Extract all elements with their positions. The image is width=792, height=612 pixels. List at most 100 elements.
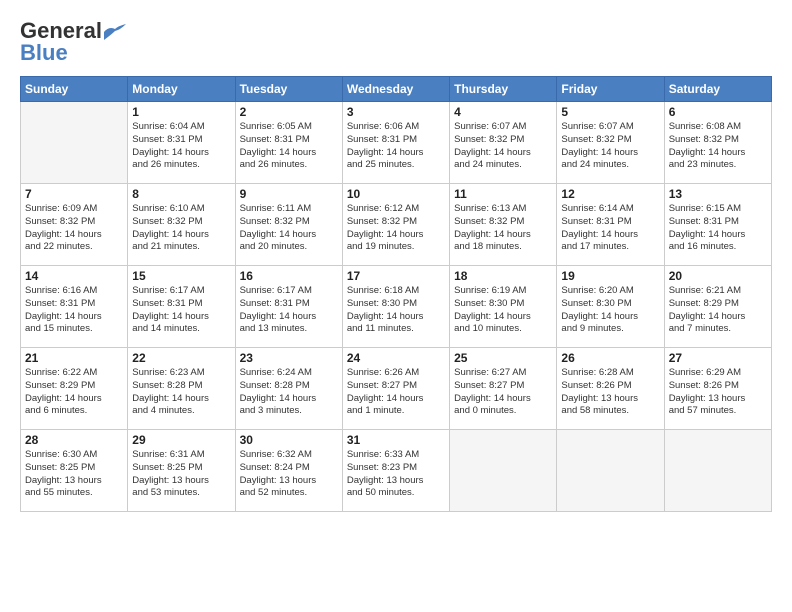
logo-blue-text: Blue	[20, 40, 68, 66]
day-number: 9	[240, 187, 338, 201]
week-row-3: 21Sunrise: 6:22 AM Sunset: 8:29 PM Dayli…	[21, 348, 772, 430]
day-info: Sunrise: 6:18 AM Sunset: 8:30 PM Dayligh…	[347, 285, 445, 336]
day-number: 19	[561, 269, 659, 283]
calendar-cell: 11 Sunrise: 6:13 AM Sunset: 8:32 PM Dayli…	[450, 184, 557, 266]
day-info: Sunrise: 6:19 AM Sunset: 8:30 PM Dayligh…	[454, 285, 552, 336]
calendar-cell: 31 Sunrise: 6:33 AM Sunset: 8:23 PM Dayli…	[342, 430, 449, 512]
day-info: Sunrise: 6:21 AM Sunset: 8:29 PM Dayligh…	[669, 285, 767, 336]
day-number: 23	[240, 351, 338, 365]
calendar-cell	[557, 430, 664, 512]
logo: General Blue	[20, 18, 126, 66]
day-info: Sunrise: 6:33 AM Sunset: 8:23 PM Dayligh…	[347, 449, 445, 500]
day-number: 27	[669, 351, 767, 365]
day-info: Sunrise: 6:08 AM Sunset: 8:32 PM Dayligh…	[669, 121, 767, 172]
day-info: Sunrise: 6:23 AM Sunset: 8:28 PM Dayligh…	[132, 367, 230, 418]
calendar-cell	[450, 430, 557, 512]
weekday-header-thursday: Thursday	[450, 77, 557, 102]
day-info: Sunrise: 6:10 AM Sunset: 8:32 PM Dayligh…	[132, 203, 230, 254]
calendar-cell: 20 Sunrise: 6:21 AM Sunset: 8:29 PM Dayli…	[664, 266, 771, 348]
calendar-cell: 19 Sunrise: 6:20 AM Sunset: 8:30 PM Dayli…	[557, 266, 664, 348]
day-info: Sunrise: 6:07 AM Sunset: 8:32 PM Dayligh…	[454, 121, 552, 172]
day-number: 11	[454, 187, 552, 201]
day-info: Sunrise: 6:31 AM Sunset: 8:25 PM Dayligh…	[132, 449, 230, 500]
day-info: Sunrise: 6:06 AM Sunset: 8:31 PM Dayligh…	[347, 121, 445, 172]
day-info: Sunrise: 6:11 AM Sunset: 8:32 PM Dayligh…	[240, 203, 338, 254]
week-row-0: 1Sunrise: 6:04 AM Sunset: 8:31 PM Daylig…	[21, 102, 772, 184]
day-info: Sunrise: 6:26 AM Sunset: 8:27 PM Dayligh…	[347, 367, 445, 418]
day-number: 15	[132, 269, 230, 283]
day-number: 24	[347, 351, 445, 365]
calendar-cell: 24 Sunrise: 6:26 AM Sunset: 8:27 PM Dayli…	[342, 348, 449, 430]
day-info: Sunrise: 6:22 AM Sunset: 8:29 PM Dayligh…	[25, 367, 123, 418]
page: General Blue SundayMondayTuesdayWednesda…	[0, 0, 792, 522]
calendar-cell: 14 Sunrise: 6:16 AM Sunset: 8:31 PM Dayli…	[21, 266, 128, 348]
calendar-cell	[664, 430, 771, 512]
day-number: 7	[25, 187, 123, 201]
day-number: 3	[347, 105, 445, 119]
day-info: Sunrise: 6:20 AM Sunset: 8:30 PM Dayligh…	[561, 285, 659, 336]
day-number: 5	[561, 105, 659, 119]
calendar-cell: 29 Sunrise: 6:31 AM Sunset: 8:25 PM Dayli…	[128, 430, 235, 512]
day-info: Sunrise: 6:12 AM Sunset: 8:32 PM Dayligh…	[347, 203, 445, 254]
calendar-cell: 3 Sunrise: 6:06 AM Sunset: 8:31 PM Daylig…	[342, 102, 449, 184]
calendar-cell: 13 Sunrise: 6:15 AM Sunset: 8:31 PM Dayli…	[664, 184, 771, 266]
weekday-header-friday: Friday	[557, 77, 664, 102]
calendar-cell: 18Sunrise: 6:19 AM Sunset: 8:30 PM Dayli…	[450, 266, 557, 348]
calendar-cell: 12Sunrise: 6:14 AM Sunset: 8:31 PM Dayli…	[557, 184, 664, 266]
calendar-cell: 5 Sunrise: 6:07 AM Sunset: 8:32 PM Daylig…	[557, 102, 664, 184]
day-number: 25	[454, 351, 552, 365]
calendar-cell: 26Sunrise: 6:28 AM Sunset: 8:26 PM Dayli…	[557, 348, 664, 430]
calendar-cell: 25Sunrise: 6:27 AM Sunset: 8:27 PM Dayli…	[450, 348, 557, 430]
day-info: Sunrise: 6:13 AM Sunset: 8:32 PM Dayligh…	[454, 203, 552, 254]
day-number: 20	[669, 269, 767, 283]
calendar-cell: 21Sunrise: 6:22 AM Sunset: 8:29 PM Dayli…	[21, 348, 128, 430]
weekday-header-monday: Monday	[128, 77, 235, 102]
week-row-4: 28 Sunrise: 6:30 AM Sunset: 8:25 PM Dayli…	[21, 430, 772, 512]
day-number: 17	[347, 269, 445, 283]
day-number: 28	[25, 433, 123, 447]
day-number: 4	[454, 105, 552, 119]
day-info: Sunrise: 6:17 AM Sunset: 8:31 PM Dayligh…	[132, 285, 230, 336]
day-info: Sunrise: 6:16 AM Sunset: 8:31 PM Dayligh…	[25, 285, 123, 336]
weekday-header-tuesday: Tuesday	[235, 77, 342, 102]
weekday-header-saturday: Saturday	[664, 77, 771, 102]
calendar-cell: 30Sunrise: 6:32 AM Sunset: 8:24 PM Dayli…	[235, 430, 342, 512]
calendar-cell: 27 Sunrise: 6:29 AM Sunset: 8:26 PM Dayli…	[664, 348, 771, 430]
weekday-header-wednesday: Wednesday	[342, 77, 449, 102]
calendar-header: SundayMondayTuesdayWednesdayThursdayFrid…	[21, 77, 772, 102]
calendar-cell: 6 Sunrise: 6:08 AM Sunset: 8:32 PM Daylig…	[664, 102, 771, 184]
calendar-cell: 23 Sunrise: 6:24 AM Sunset: 8:28 PM Dayli…	[235, 348, 342, 430]
calendar-cell: 22Sunrise: 6:23 AM Sunset: 8:28 PM Dayli…	[128, 348, 235, 430]
calendar-table: SundayMondayTuesdayWednesdayThursdayFrid…	[20, 76, 772, 512]
day-number: 31	[347, 433, 445, 447]
calendar-body: 1Sunrise: 6:04 AM Sunset: 8:31 PM Daylig…	[21, 102, 772, 512]
calendar-cell: 15 Sunrise: 6:17 AM Sunset: 8:31 PM Dayli…	[128, 266, 235, 348]
header: General Blue	[20, 18, 772, 66]
day-info: Sunrise: 6:15 AM Sunset: 8:31 PM Dayligh…	[669, 203, 767, 254]
day-info: Sunrise: 6:30 AM Sunset: 8:25 PM Dayligh…	[25, 449, 123, 500]
logo-bird-icon	[104, 24, 126, 40]
day-info: Sunrise: 6:07 AM Sunset: 8:32 PM Dayligh…	[561, 121, 659, 172]
day-info: Sunrise: 6:17 AM Sunset: 8:31 PM Dayligh…	[240, 285, 338, 336]
weekday-header-sunday: Sunday	[21, 77, 128, 102]
calendar-cell: 1Sunrise: 6:04 AM Sunset: 8:31 PM Daylig…	[128, 102, 235, 184]
calendar-cell: 7Sunrise: 6:09 AM Sunset: 8:32 PM Daylig…	[21, 184, 128, 266]
calendar-cell: 17 Sunrise: 6:18 AM Sunset: 8:30 PM Dayli…	[342, 266, 449, 348]
day-info: Sunrise: 6:24 AM Sunset: 8:28 PM Dayligh…	[240, 367, 338, 418]
day-number: 29	[132, 433, 230, 447]
day-number: 13	[669, 187, 767, 201]
calendar-cell: 4 Sunrise: 6:07 AM Sunset: 8:32 PM Daylig…	[450, 102, 557, 184]
day-number: 2	[240, 105, 338, 119]
day-number: 16	[240, 269, 338, 283]
day-number: 14	[25, 269, 123, 283]
day-info: Sunrise: 6:14 AM Sunset: 8:31 PM Dayligh…	[561, 203, 659, 254]
day-number: 10	[347, 187, 445, 201]
day-info: Sunrise: 6:29 AM Sunset: 8:26 PM Dayligh…	[669, 367, 767, 418]
day-info: Sunrise: 6:28 AM Sunset: 8:26 PM Dayligh…	[561, 367, 659, 418]
calendar-cell: 8Sunrise: 6:10 AM Sunset: 8:32 PM Daylig…	[128, 184, 235, 266]
weekday-row: SundayMondayTuesdayWednesdayThursdayFrid…	[21, 77, 772, 102]
calendar-cell: 28 Sunrise: 6:30 AM Sunset: 8:25 PM Dayli…	[21, 430, 128, 512]
week-row-2: 14 Sunrise: 6:16 AM Sunset: 8:31 PM Dayli…	[21, 266, 772, 348]
calendar-cell: 16 Sunrise: 6:17 AM Sunset: 8:31 PM Dayli…	[235, 266, 342, 348]
day-number: 6	[669, 105, 767, 119]
